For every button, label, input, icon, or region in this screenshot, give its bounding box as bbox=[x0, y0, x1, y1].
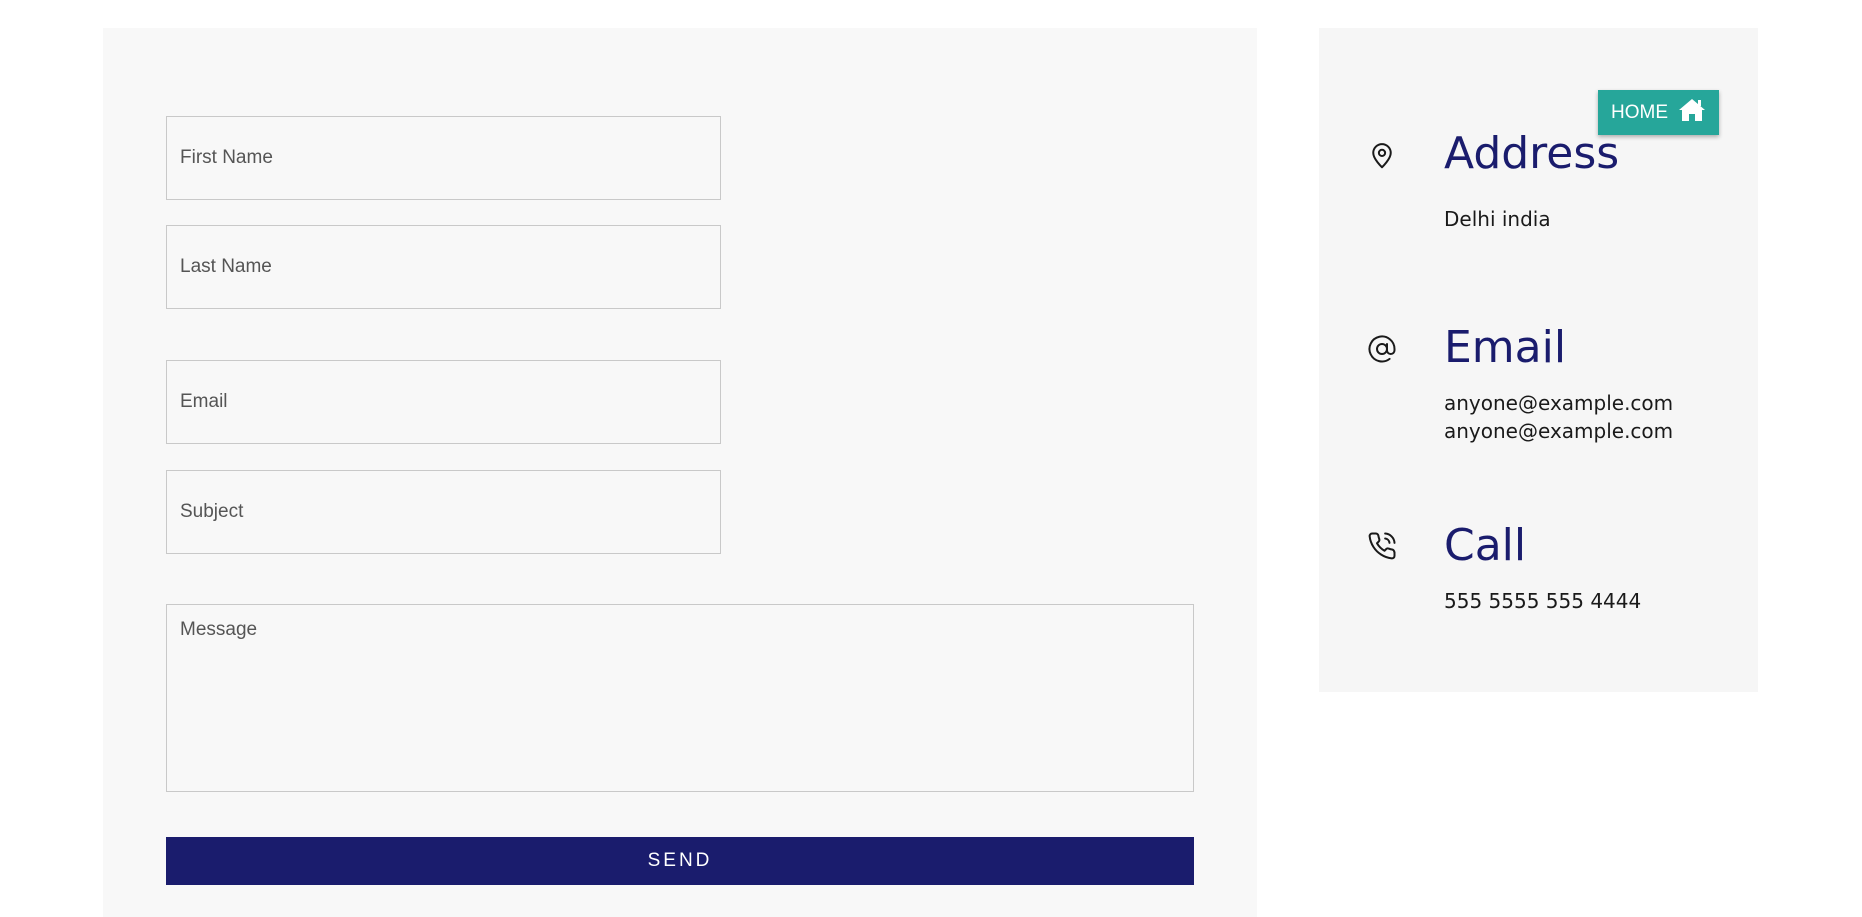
home-button-label: HOME bbox=[1611, 101, 1668, 123]
address-title: Address bbox=[1444, 128, 1620, 179]
email-title: Email bbox=[1444, 322, 1567, 373]
phone-icon bbox=[1367, 531, 1397, 561]
call-title: Call bbox=[1444, 520, 1527, 571]
home-button[interactable]: HOME bbox=[1598, 90, 1719, 135]
call-text: 555 5555 555 4444 bbox=[1444, 589, 1642, 613]
message-textarea[interactable] bbox=[166, 604, 1194, 792]
email-line: anyone@example.com bbox=[1444, 419, 1674, 443]
first-name-input[interactable] bbox=[166, 116, 721, 200]
home-icon bbox=[1678, 97, 1706, 129]
email-line: anyone@example.com bbox=[1444, 391, 1674, 415]
contact-form-panel: SEND bbox=[103, 28, 1257, 917]
map-pin-icon bbox=[1367, 141, 1397, 171]
at-sign-icon bbox=[1367, 334, 1397, 364]
last-name-input[interactable] bbox=[166, 225, 721, 309]
email-input[interactable] bbox=[166, 360, 721, 444]
address-text: Delhi india bbox=[1444, 207, 1551, 231]
send-button[interactable]: SEND bbox=[166, 837, 1194, 885]
subject-input[interactable] bbox=[166, 470, 721, 554]
